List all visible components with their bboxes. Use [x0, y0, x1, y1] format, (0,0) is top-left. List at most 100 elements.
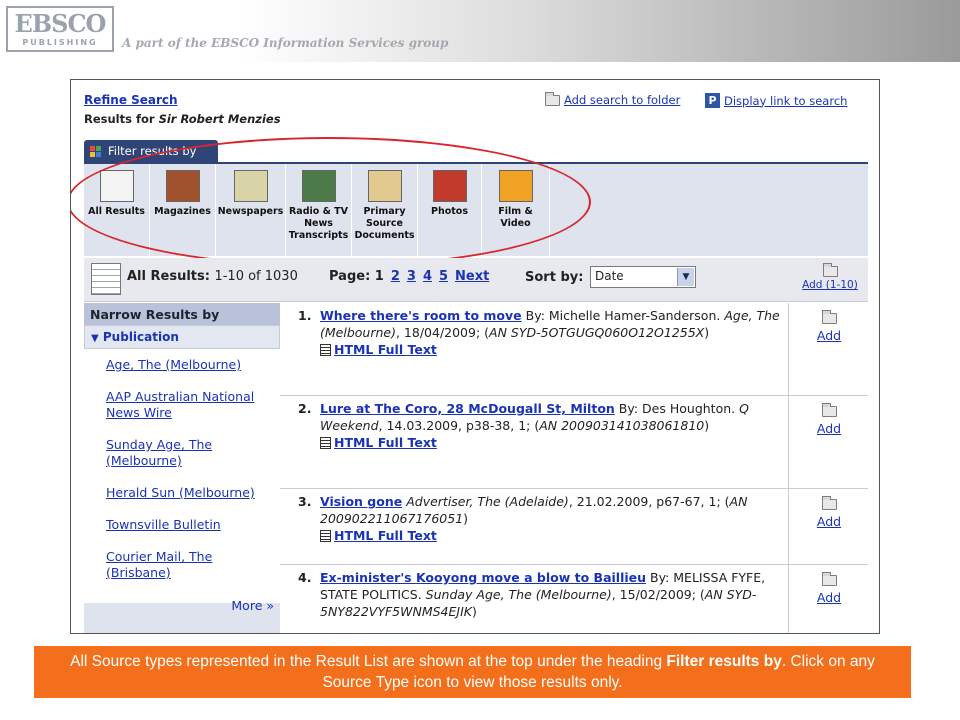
ebsco-logo: EBSCO PUBLISHING — [6, 6, 114, 52]
source-type-icon[interactable] — [99, 170, 134, 202]
triangle-down-icon: ▼ — [91, 333, 99, 344]
page-4-link[interactable]: 4 — [423, 269, 432, 284]
result-row: 3. Vision gone Advertiser, The (Adelaide)… — [280, 489, 868, 565]
chevron-down-icon[interactable]: ▼ — [677, 268, 694, 286]
sort-value: Date — [595, 269, 624, 283]
publication-section-toggle[interactable]: ▼ Publication — [84, 325, 280, 349]
slide-banner: EBSCO PUBLISHING A part of the EBSCO Inf… — [0, 0, 960, 62]
source-type-label: All Results — [88, 206, 145, 217]
result-count: All Results: 1-10 of 1030 — [127, 269, 298, 284]
source-type-icon[interactable] — [301, 170, 336, 202]
source-type-label: Primary Source Documents — [354, 206, 415, 241]
source-type-2[interactable]: Newspapers — [216, 164, 286, 256]
add-link[interactable]: Add — [817, 328, 841, 343]
publication-item[interactable]: Sunday Age, The (Melbourne) — [106, 437, 280, 469]
add-search-folder[interactable]: Add search to folder — [545, 91, 680, 107]
add-search-folder-link[interactable]: Add search to folder — [564, 93, 680, 107]
page-label: Page: 1 — [329, 269, 384, 284]
document-icon — [320, 436, 331, 449]
display-link[interactable]: P Display link to search — [705, 93, 847, 108]
html-full-text-link[interactable]: HTML Full Text — [334, 434, 437, 451]
add-to-folder[interactable]: Add — [790, 489, 868, 564]
add-range-link[interactable]: Add (1-10) — [802, 279, 858, 291]
add-to-folder[interactable]: Add — [790, 565, 868, 633]
source-type-icon[interactable] — [233, 170, 268, 202]
result-body: 2. Lure at The Coro, 28 McDougall St, Mil… — [280, 396, 789, 488]
html-full-text[interactable]: HTML Full Text — [320, 434, 437, 451]
folder-icon — [821, 310, 837, 324]
folder-icon — [822, 263, 838, 277]
publication-item[interactable]: Age, The (Melbourne) — [106, 357, 280, 373]
result-body: 3. Vision gone Advertiser, The (Adelaide)… — [280, 489, 789, 564]
result-details: , 14.03.2009, p38-38, 1; ( — [378, 418, 540, 433]
html-full-text[interactable]: HTML Full Text — [320, 527, 437, 544]
page-2-link[interactable]: 2 — [391, 269, 400, 284]
source-type-3[interactable]: Radio & TV News Transcripts — [286, 164, 352, 256]
add-link[interactable]: Add — [817, 590, 841, 605]
add-link[interactable]: Add — [817, 421, 841, 436]
html-full-text-link[interactable]: HTML Full Text — [334, 341, 437, 358]
caption-text-before: All Source types represented in the Resu… — [70, 653, 667, 670]
narrow-results-panel: Narrow Results by ▼ Publication Age, The… — [84, 303, 280, 633]
persistent-link-icon: P — [705, 93, 720, 108]
display-link-to-search[interactable]: Display link to search — [724, 94, 847, 108]
result-accession: AN 200903141038061810 — [539, 418, 705, 433]
caption-bold: Filter results by — [666, 653, 782, 670]
source-type-0[interactable]: All Results — [84, 164, 150, 256]
add-range[interactable]: Add (1-10) — [795, 262, 865, 291]
source-type-icon[interactable] — [165, 170, 200, 202]
add-to-folder[interactable]: Add — [790, 303, 868, 395]
source-type-icon[interactable] — [367, 170, 402, 202]
source-type-1[interactable]: Magazines — [150, 164, 216, 256]
folder-icon — [821, 496, 837, 510]
publication-item[interactable]: Herald Sun (Melbourne) — [106, 485, 280, 501]
result-body: 4. Ex-minister's Kooyong move a blow to B… — [280, 565, 789, 633]
source-type-6[interactable]: Film & Video — [482, 164, 550, 256]
page-3-link[interactable]: 3 — [407, 269, 416, 284]
tagline: A part of the EBSCO Information Services… — [122, 36, 449, 50]
result-publication: Sunday Age, The (Melbourne) — [425, 587, 612, 602]
source-type-5[interactable]: Photos — [418, 164, 482, 256]
query-text: Sir Robert Menzies — [158, 112, 281, 126]
folder-icon — [821, 572, 837, 586]
result-number: 4. — [298, 570, 312, 585]
result-title-link[interactable]: Vision gone — [320, 494, 402, 509]
source-type-icon[interactable] — [432, 170, 467, 202]
add-link[interactable]: Add — [817, 514, 841, 529]
publication-list: Age, The (Melbourne) AAP Australian Natio… — [84, 349, 280, 603]
filter-results-tab: Filter results by — [84, 140, 218, 162]
result-publication: Advertiser, The (Adelaide) — [406, 494, 569, 509]
logo-sub-text: PUBLISHING — [22, 38, 98, 47]
all-results-label: All Results: — [127, 269, 210, 284]
results-bar: All Results: 1-10 of 1030 Page: 1 2 3 4 … — [84, 258, 868, 302]
ebsco-results-screenshot: Refine Search Results for Sir Robert Men… — [70, 79, 880, 634]
more-publications-link[interactable]: More » — [231, 598, 274, 613]
results-for-heading: Results for Sir Robert Menzies — [84, 112, 281, 126]
result-title-link[interactable]: Ex-minister's Kooyong move a blow to Bai… — [320, 570, 646, 585]
add-to-folder[interactable]: Add — [790, 396, 868, 488]
result-title-link[interactable]: Lure at The Coro, 28 McDougall St, Milto… — [320, 401, 615, 416]
page-5-link[interactable]: 5 — [439, 269, 448, 284]
result-accession: AN SYD-5OTGUGQ060O12O1255X — [489, 325, 705, 340]
refine-search-link[interactable]: Refine Search — [84, 93, 178, 107]
publication-item[interactable]: AAP Australian National News Wire — [106, 389, 280, 421]
source-type-4[interactable]: Primary Source Documents — [352, 164, 418, 256]
result-tail: ) — [704, 325, 710, 340]
html-full-text[interactable]: HTML Full Text — [320, 341, 437, 358]
source-type-bar: All Results Magazines Newspapers Radio & TV… — [84, 162, 868, 256]
source-type-label: Magazines — [154, 206, 211, 217]
source-type-icon[interactable] — [498, 170, 533, 202]
document-icon — [320, 343, 331, 356]
result-row: 4. Ex-minister's Kooyong move a blow to B… — [280, 565, 868, 633]
result-author: By: Des Houghton. — [618, 401, 736, 416]
result-title-link[interactable]: Where there's room to move — [320, 308, 522, 323]
publication-item[interactable]: Courier Mail, The (Brisbane) — [106, 549, 280, 581]
pagination: Page: 1 2 3 4 5 Next — [329, 269, 489, 284]
publication-item[interactable]: Townsville Bulletin — [106, 517, 280, 533]
result-row: 2. Lure at The Coro, 28 McDougall St, Mil… — [280, 396, 868, 489]
result-body: 1. Where there's room to move By: Michell… — [280, 303, 789, 395]
html-full-text-link[interactable]: HTML Full Text — [334, 527, 437, 544]
folder-icon — [545, 91, 560, 106]
next-page-link[interactable]: Next — [455, 269, 489, 284]
sort-select[interactable]: Date ▼ — [590, 266, 696, 288]
